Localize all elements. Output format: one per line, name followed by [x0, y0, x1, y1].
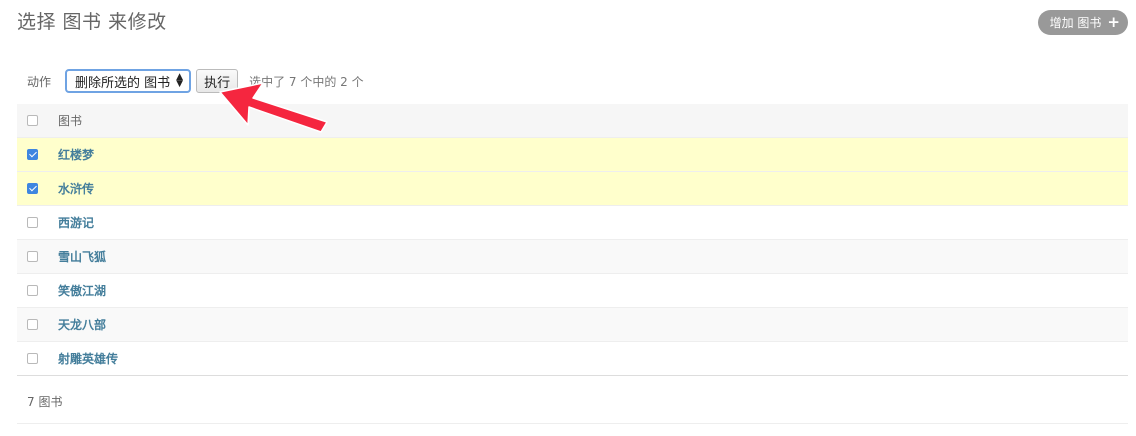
book-link[interactable]: 笑傲江湖 [58, 282, 106, 299]
row-checkbox[interactable] [27, 251, 38, 262]
plus-icon: + [1107, 13, 1120, 31]
book-link[interactable]: 雪山飞狐 [58, 248, 106, 265]
table-row: 红楼梦 [17, 138, 1128, 172]
page-title: 选择 图书 来修改 [17, 11, 167, 33]
book-link[interactable]: 西游记 [58, 214, 94, 231]
table-row: 天龙八部 [17, 308, 1128, 342]
column-header-book[interactable]: 图书 [58, 112, 82, 129]
result-table: 图书 红楼梦 水浒传 西游记 雪山飞狐 笑傲江湖 天龙八部 射雕英雄传 [17, 104, 1128, 376]
actions-bar: 动作 删除所选的 图书 ▲ ▼ 执行 选中了 7 个中的 2 个 [17, 67, 1128, 95]
select-arrows-icon: ▲ ▼ [176, 72, 184, 89]
row-checkbox[interactable] [27, 217, 38, 228]
book-link[interactable]: 射雕英雄传 [58, 350, 118, 367]
table-header-row: 图书 [17, 104, 1128, 138]
book-link[interactable]: 红楼梦 [58, 146, 94, 163]
row-checkbox[interactable] [27, 353, 38, 364]
book-link[interactable]: 水浒传 [58, 180, 94, 197]
select-all-checkbox[interactable] [27, 115, 38, 126]
action-label: 动作 [27, 74, 52, 89]
table-row: 西游记 [17, 206, 1128, 240]
action-select[interactable]: 删除所选的 图书 ▲ ▼ [65, 69, 192, 93]
paginator: 7 图书 [17, 380, 1128, 424]
action-select-value: 删除所选的 图书 [75, 75, 171, 91]
book-link[interactable]: 天龙八部 [58, 316, 106, 333]
row-checkbox[interactable] [27, 149, 38, 160]
table-row: 水浒传 [17, 172, 1128, 206]
table-row: 射雕英雄传 [17, 342, 1128, 376]
annotation-arrow-icon [219, 82, 328, 133]
row-checkbox[interactable] [27, 183, 38, 194]
row-checkbox[interactable] [27, 319, 38, 330]
add-book-button[interactable]: 增加 图书 + [1037, 10, 1128, 35]
table-row: 雪山飞狐 [17, 240, 1128, 274]
table-row: 笑傲江湖 [17, 274, 1128, 308]
add-book-label: 增加 图书 [1049, 16, 1102, 30]
row-checkbox[interactable] [27, 285, 38, 296]
